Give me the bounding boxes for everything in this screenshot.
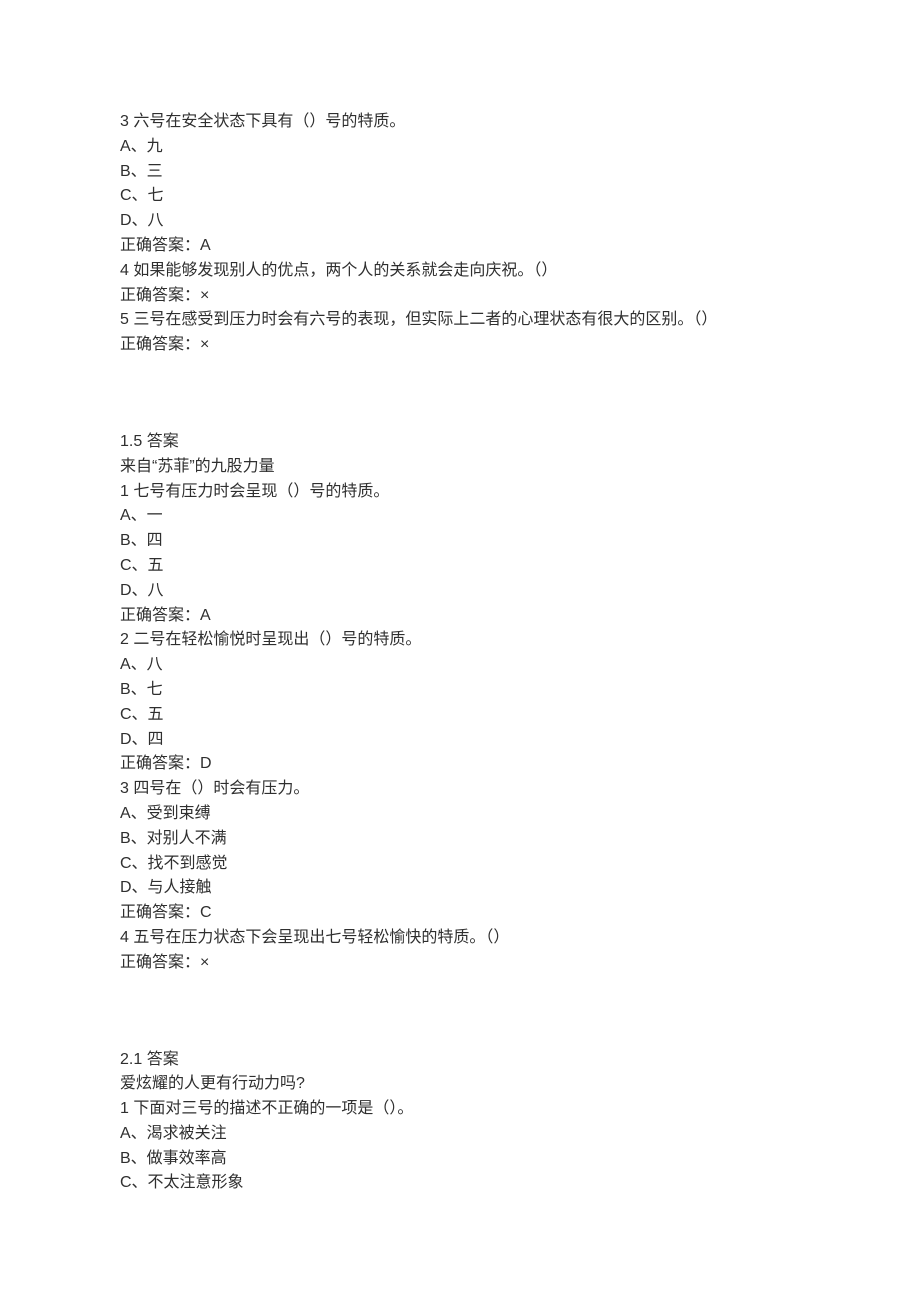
s15-q2-stem: 2 二号在轻松愉悦时呈现出（）号的特质。 (120, 628, 800, 653)
section-1-5-heading: 1.5 答案 (120, 430, 800, 455)
s15-q3-option-d: D、与人接触 (120, 876, 800, 901)
section-2-1-heading: 2.1 答案 (120, 1048, 800, 1073)
question-3-option-b: B、三 (120, 160, 800, 185)
section-gap (120, 358, 800, 430)
s15-q4-answer: 正确答案：× (120, 951, 800, 976)
s15-q3-option-c: C、找不到感觉 (120, 852, 800, 877)
s15-q4-stem: 4 五号在压力状态下会呈现出七号轻松愉快的特质。（） (120, 926, 800, 951)
s15-q2-option-c: C、五 (120, 703, 800, 728)
s15-q2-option-d: D、四 (120, 728, 800, 753)
s21-q1-option-a: A、渴求被关注 (120, 1122, 800, 1147)
section-1-5-title: 来自“苏菲”的九股力量 (120, 455, 800, 480)
question-3-stem: 3 六号在安全状态下具有（）号的特质。 (120, 110, 800, 135)
question-3-option-d: D、八 (120, 209, 800, 234)
question-3-option-c: C、七 (120, 184, 800, 209)
s15-q3-option-a: A、受到束缚 (120, 802, 800, 827)
s15-q1-option-d: D、八 (120, 579, 800, 604)
s15-q2-option-a: A、八 (120, 653, 800, 678)
s15-q1-option-c: C、五 (120, 554, 800, 579)
s15-q1-option-a: A、一 (120, 504, 800, 529)
question-5-answer: 正确答案：× (120, 333, 800, 358)
s15-q1-stem: 1 七号有压力时会呈现（）号的特质。 (120, 480, 800, 505)
s15-q3-answer: 正确答案：C (120, 901, 800, 926)
question-5-stem: 5 三号在感受到压力时会有六号的表现，但实际上二者的心理状态有很大的区别。（） (120, 308, 800, 333)
s15-q2-answer: 正确答案：D (120, 752, 800, 777)
s15-q1-option-b: B、四 (120, 529, 800, 554)
s15-q3-stem: 3 四号在（）时会有压力。 (120, 777, 800, 802)
section-gap (120, 976, 800, 1048)
question-3-answer: 正确答案：A (120, 234, 800, 259)
question-4-stem: 4 如果能够发现别人的优点，两个人的关系就会走向庆祝。（） (120, 259, 800, 284)
s21-q1-stem: 1 下面对三号的描述不正确的一项是（）。 (120, 1097, 800, 1122)
s15-q3-option-b: B、对别人不满 (120, 827, 800, 852)
s21-q1-option-b: B、做事效率高 (120, 1147, 800, 1172)
s15-q1-answer: 正确答案：A (120, 604, 800, 629)
question-3-option-a: A、九 (120, 135, 800, 160)
section-2-1-title: 爱炫耀的人更有行动力吗? (120, 1072, 800, 1097)
s21-q1-option-c: C、不太注意形象 (120, 1171, 800, 1196)
s15-q2-option-b: B、七 (120, 678, 800, 703)
document-page: 3 六号在安全状态下具有（）号的特质。 A、九 B、三 C、七 D、八 正确答案… (0, 0, 920, 1302)
question-4-answer: 正确答案：× (120, 284, 800, 309)
